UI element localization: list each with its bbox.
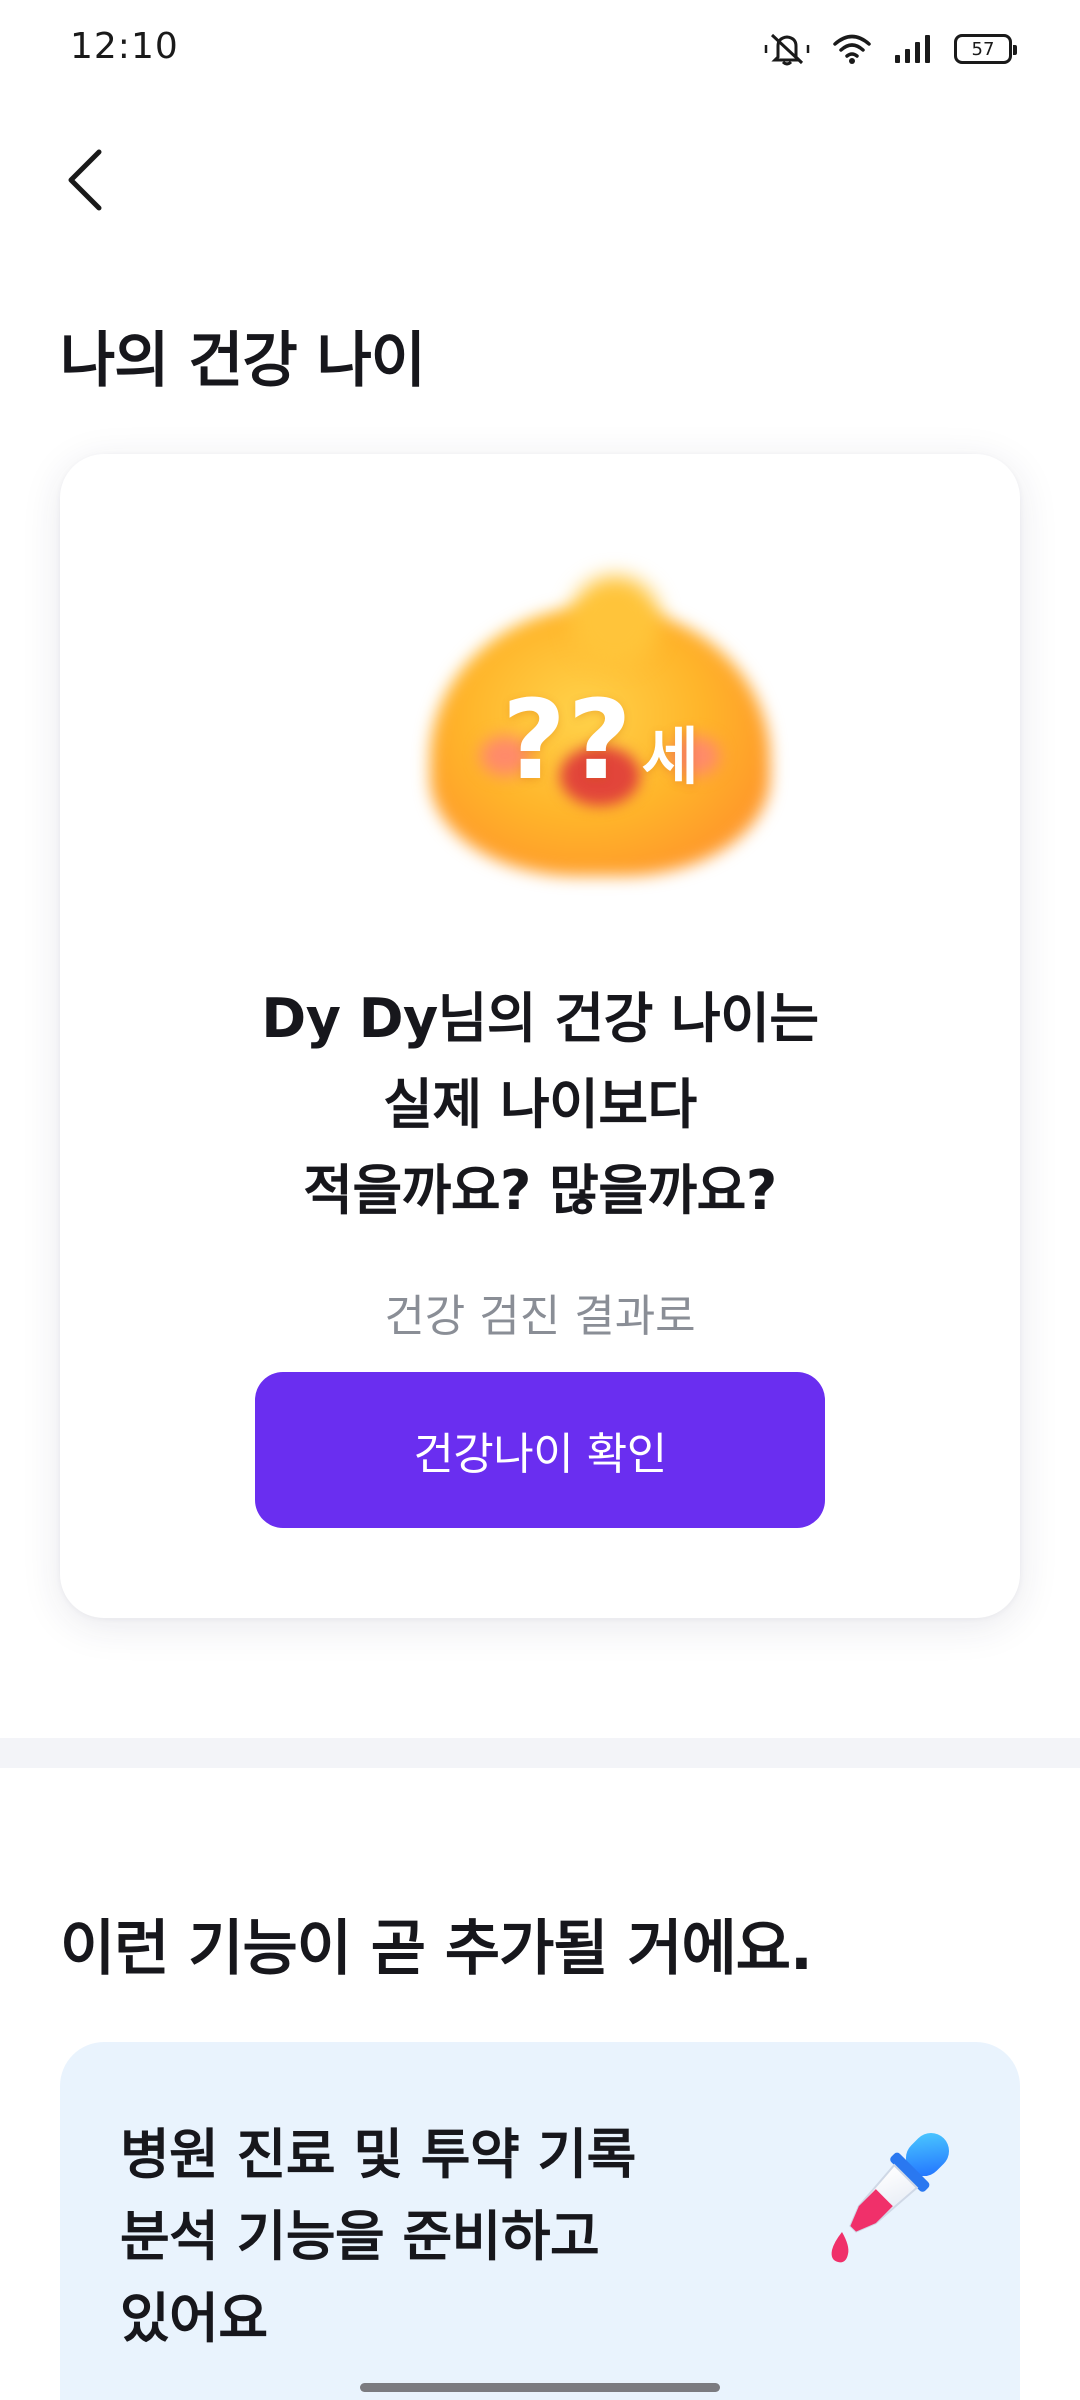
- upcoming-section-title: 이런 기능이 곧 추가될 거에요.: [60, 1914, 813, 1984]
- question-line: 적을까요? 많을까요?: [303, 1159, 777, 1222]
- feature-line: 병원 진료 및 투약 기록: [120, 2123, 636, 2186]
- health-age-card: ?? 세 Dy Dy님의 건강 나이는 실제 나이보다 적을까요? 많을까요? …: [60, 454, 1020, 1618]
- age-placeholder: ??: [502, 676, 634, 804]
- upcoming-feature-card: 병원 진료 및 투약 기록 분석 기능을 준비하고 있어요: [60, 2042, 1020, 2400]
- mute-icon: [764, 31, 810, 67]
- status-bar: 12:10 57: [0, 0, 1080, 96]
- section-divider: [0, 1738, 1080, 1768]
- card-subtitle: 건강 검진 결과로: [384, 1291, 696, 1342]
- question-line: Dy Dy님의 건강 나이는: [261, 987, 819, 1050]
- question-line: 실제 나이보다: [383, 1073, 697, 1136]
- feature-description: 병원 진료 및 투약 기록 분석 기능을 준비하고 있어요: [120, 2114, 636, 2360]
- battery-level: 57: [971, 38, 995, 60]
- dropper-icon: [820, 2112, 960, 2272]
- status-icons: 57: [764, 28, 1017, 70]
- page-title: 나의 건강 나이: [60, 326, 426, 396]
- wifi-icon: [832, 33, 872, 65]
- signal-icon: [894, 34, 932, 64]
- chevron-left-icon: [68, 149, 102, 211]
- feature-line: 있어요: [120, 2287, 268, 2350]
- health-age-question: Dy Dy님의 건강 나이는 실제 나이보다 적을까요? 많을까요?: [60, 976, 1020, 1234]
- battery-icon: 57: [954, 34, 1017, 64]
- hidden-age: ?? 세: [502, 676, 699, 804]
- check-health-age-button[interactable]: 건강나이 확인: [255, 1372, 825, 1528]
- status-time: 12:10: [70, 26, 179, 67]
- age-unit: 세: [641, 720, 699, 793]
- feature-line: 분석 기능을 준비하고: [120, 2205, 600, 2268]
- home-indicator: [360, 2383, 720, 2392]
- back-button[interactable]: [50, 140, 120, 220]
- character-illustration: ?? 세: [420, 566, 780, 886]
